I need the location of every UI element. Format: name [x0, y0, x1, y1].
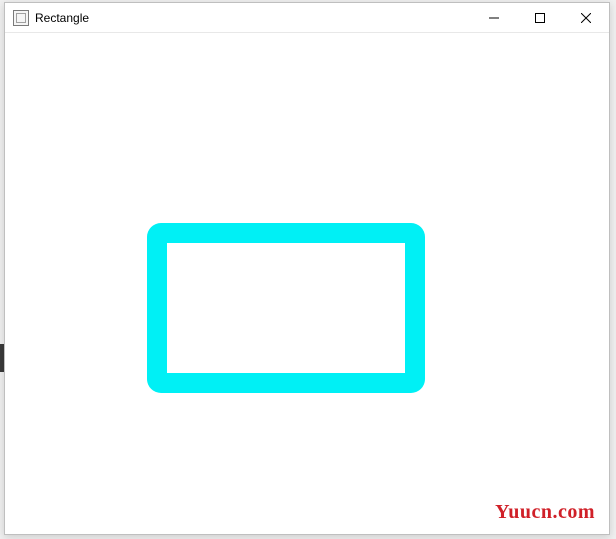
window-title: Rectangle [35, 11, 89, 25]
watermark-text: Yuucn.com [495, 501, 595, 524]
rectangle-shape [147, 223, 425, 393]
app-icon [13, 10, 29, 26]
window-controls [471, 3, 609, 32]
minimize-icon [489, 13, 499, 23]
titlebar[interactable]: Rectangle [5, 3, 609, 33]
minimize-button[interactable] [471, 3, 517, 32]
maximize-button[interactable] [517, 3, 563, 32]
client-area: Yuucn.com [5, 33, 609, 534]
maximize-icon [535, 13, 545, 23]
close-button[interactable] [563, 3, 609, 32]
close-icon [581, 13, 591, 23]
app-window: Rectangle Yuucn.com [4, 2, 610, 535]
